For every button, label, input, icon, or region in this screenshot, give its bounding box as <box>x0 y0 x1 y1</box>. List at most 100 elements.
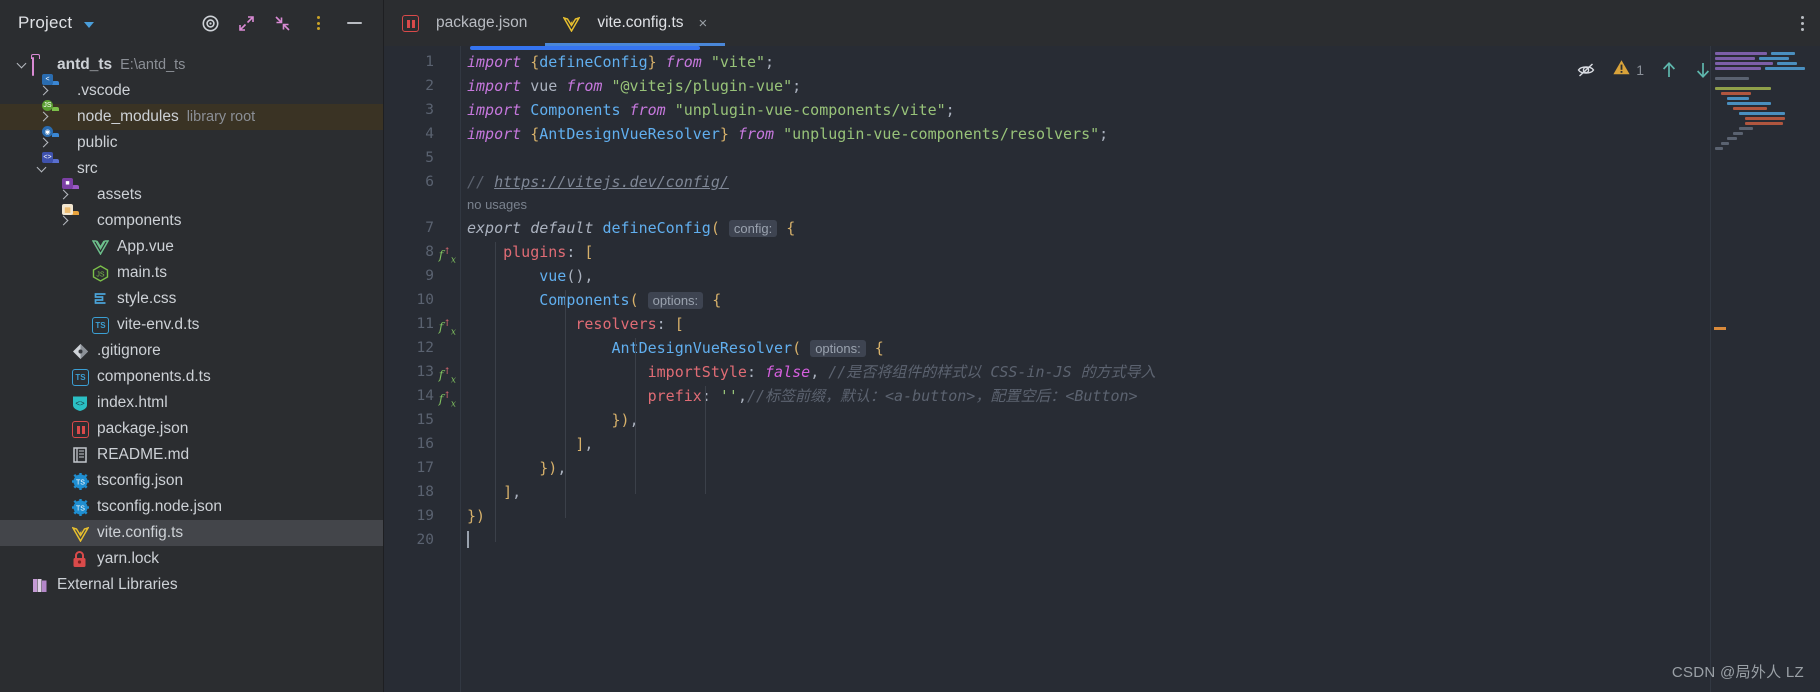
minimap-line <box>1777 62 1797 65</box>
arrow-up-icon[interactable] <box>1660 60 1678 80</box>
git-file-icon <box>72 342 90 360</box>
tree-item-public[interactable]: ◉ public <box>0 126 383 156</box>
code-token: AntDesignVueResolver <box>611 339 793 357</box>
tree-item-label: node_modules <box>77 108 179 125</box>
code-line: importStyle: false, //是否将组件的样式以 CSS-in-J… <box>461 360 1820 384</box>
line-number: 18 <box>416 484 434 500</box>
tree-item-label: vite-env.d.ts <box>117 316 200 333</box>
tab-bar-spacer <box>725 0 1785 46</box>
chevron-right-icon[interactable] <box>36 135 52 151</box>
select-opened-file-icon[interactable] <box>199 12 221 34</box>
tree-item-node-modules[interactable]: JS node_modules library root <box>0 100 383 130</box>
tree-item-app-vue[interactable]: App.vue <box>0 234 383 260</box>
tree-item-vite-config-ts[interactable]: vite.config.ts <box>0 520 383 546</box>
minimap-line <box>1733 107 1767 110</box>
project-panel-header: Project <box>0 0 383 46</box>
vite-file-icon <box>562 14 581 33</box>
vue-file-icon <box>91 238 110 256</box>
editor-tab-bar[interactable]: package.json vite.config.ts × <box>384 0 1820 46</box>
tab-package-json[interactable]: package.json <box>384 0 545 46</box>
minimap-line <box>1739 127 1753 130</box>
project-file-tree[interactable]: antd_ts E:\antd_ts < .vscode JS node_modules l… <box>0 46 383 692</box>
tree-item-index-html[interactable]: <> index.html <box>0 390 383 416</box>
tree-item-antd-ts[interactable]: antd_ts E:\antd_ts <box>0 52 383 78</box>
code-token: , <box>810 363 829 381</box>
code-token: ( <box>792 339 802 357</box>
chevron-right-icon[interactable] <box>56 213 72 229</box>
tree-item-src[interactable]: <> src <box>0 152 383 182</box>
chevron-right-icon[interactable] <box>36 83 52 99</box>
warning-indicator[interactable]: 1 <box>1612 58 1644 82</box>
warning-triangle-icon <box>1612 58 1631 82</box>
options-menu-icon[interactable] <box>307 12 329 34</box>
line-number: 4 <box>425 126 434 142</box>
tree-item-components-d-ts[interactable]: TS components.d.ts <box>0 364 383 390</box>
project-panel-title[interactable]: Project <box>18 13 72 33</box>
code-token: , <box>737 387 747 405</box>
eye-off-icon[interactable] <box>1576 60 1596 80</box>
hide-icon[interactable] <box>343 12 365 34</box>
code-token: prefix <box>647 387 702 405</box>
code-token: // <box>467 173 495 191</box>
ts-file-icon: TS <box>72 368 90 386</box>
tab-label: vite.config.ts <box>597 14 684 31</box>
arrow-down-icon[interactable] <box>1694 60 1712 80</box>
tree-item-tsconfig-json[interactable]: TS tsconfig.json <box>0 468 383 494</box>
code-token: "unplugin-vue-components/vite" <box>674 101 946 119</box>
expand-all-icon[interactable] <box>235 12 257 34</box>
tree-item-vite-env-d-ts[interactable]: TS vite-env.d.ts <box>0 312 383 338</box>
tree-item-style-css[interactable]: style.css <box>0 286 383 312</box>
tree-item-package-json[interactable]: package.json <box>0 416 383 442</box>
chevron-right-icon[interactable] <box>56 187 72 203</box>
code-token: "unplugin-vue-components/resolvers" <box>783 125 1100 143</box>
code-token: "@vitejs/plugin-vue" <box>611 77 793 95</box>
chevron-down-icon[interactable] <box>84 21 95 28</box>
tree-item-vscode[interactable]: < .vscode <box>0 74 383 104</box>
minimap-line <box>1715 67 1761 70</box>
gutter-inlay-row <box>384 194 460 216</box>
tree-item-gitignore[interactable]: .gitignore <box>0 338 383 364</box>
close-icon[interactable]: × <box>699 15 708 32</box>
tree-item-main-ts[interactable]: JS main.ts <box>0 260 383 286</box>
tree-item-yarn-lock[interactable]: yarn.lock <box>0 546 383 572</box>
code-token: : <box>656 315 675 333</box>
editor-area: package.json vite.config.ts × 1 2 3 4 5 6 7 8 f↑x 9… <box>384 0 1820 692</box>
svg-text:TS: TS <box>76 480 85 487</box>
tree-item-assets[interactable]: ■ assets <box>0 178 383 208</box>
code-editor[interactable]: 1 2 3 4 5 6 7 8 f↑x 9 10 11 f↑x 12 13 f↑x 14 f↑x 15 16 17 18 1… <box>384 46 1820 692</box>
code-content[interactable]: import {defineConfig} from "vite"; import… <box>460 46 1820 692</box>
code-token: ; <box>1099 125 1109 143</box>
tree-item-external-libraries[interactable]: External Libraries <box>0 572 383 598</box>
code-token: { <box>530 53 540 71</box>
chevron-down-icon[interactable] <box>36 161 52 177</box>
chevron-down-icon[interactable] <box>16 57 32 73</box>
line-number: 5 <box>425 150 434 166</box>
minimap-line <box>1721 142 1729 145</box>
line-number-gutter[interactable]: 1 2 3 4 5 6 7 8 f↑x 9 10 11 f↑x 12 13 f↑x 14 f↑x 15 16 17 18 1… <box>384 46 460 692</box>
code-token[interactable]: https://vitejs.dev/config/ <box>494 173 729 191</box>
inspection-widget[interactable]: 1 <box>1576 58 1712 82</box>
lock-file-icon <box>72 550 90 568</box>
tab-vite-config-ts[interactable]: vite.config.ts × <box>545 0 726 46</box>
chevron-right-icon[interactable] <box>36 109 52 125</box>
code-token: from <box>620 101 675 119</box>
code-minimap[interactable] <box>1710 46 1820 692</box>
tree-item-components[interactable]: ▦ components <box>0 204 383 234</box>
editor-options-icon[interactable] <box>1785 0 1820 46</box>
collapse-all-icon[interactable] <box>271 12 293 34</box>
horizontal-scrollbar[interactable] <box>470 46 700 50</box>
svg-text:<>: <> <box>75 399 85 408</box>
code-line: AntDesignVueResolver( options: { <box>461 336 1820 360</box>
tree-item-readme-md[interactable]: README.md <box>0 442 383 468</box>
tab-label: package.json <box>436 14 528 31</box>
tree-item-tsconfig-node-json[interactable]: TS tsconfig.node.json <box>0 494 383 520</box>
